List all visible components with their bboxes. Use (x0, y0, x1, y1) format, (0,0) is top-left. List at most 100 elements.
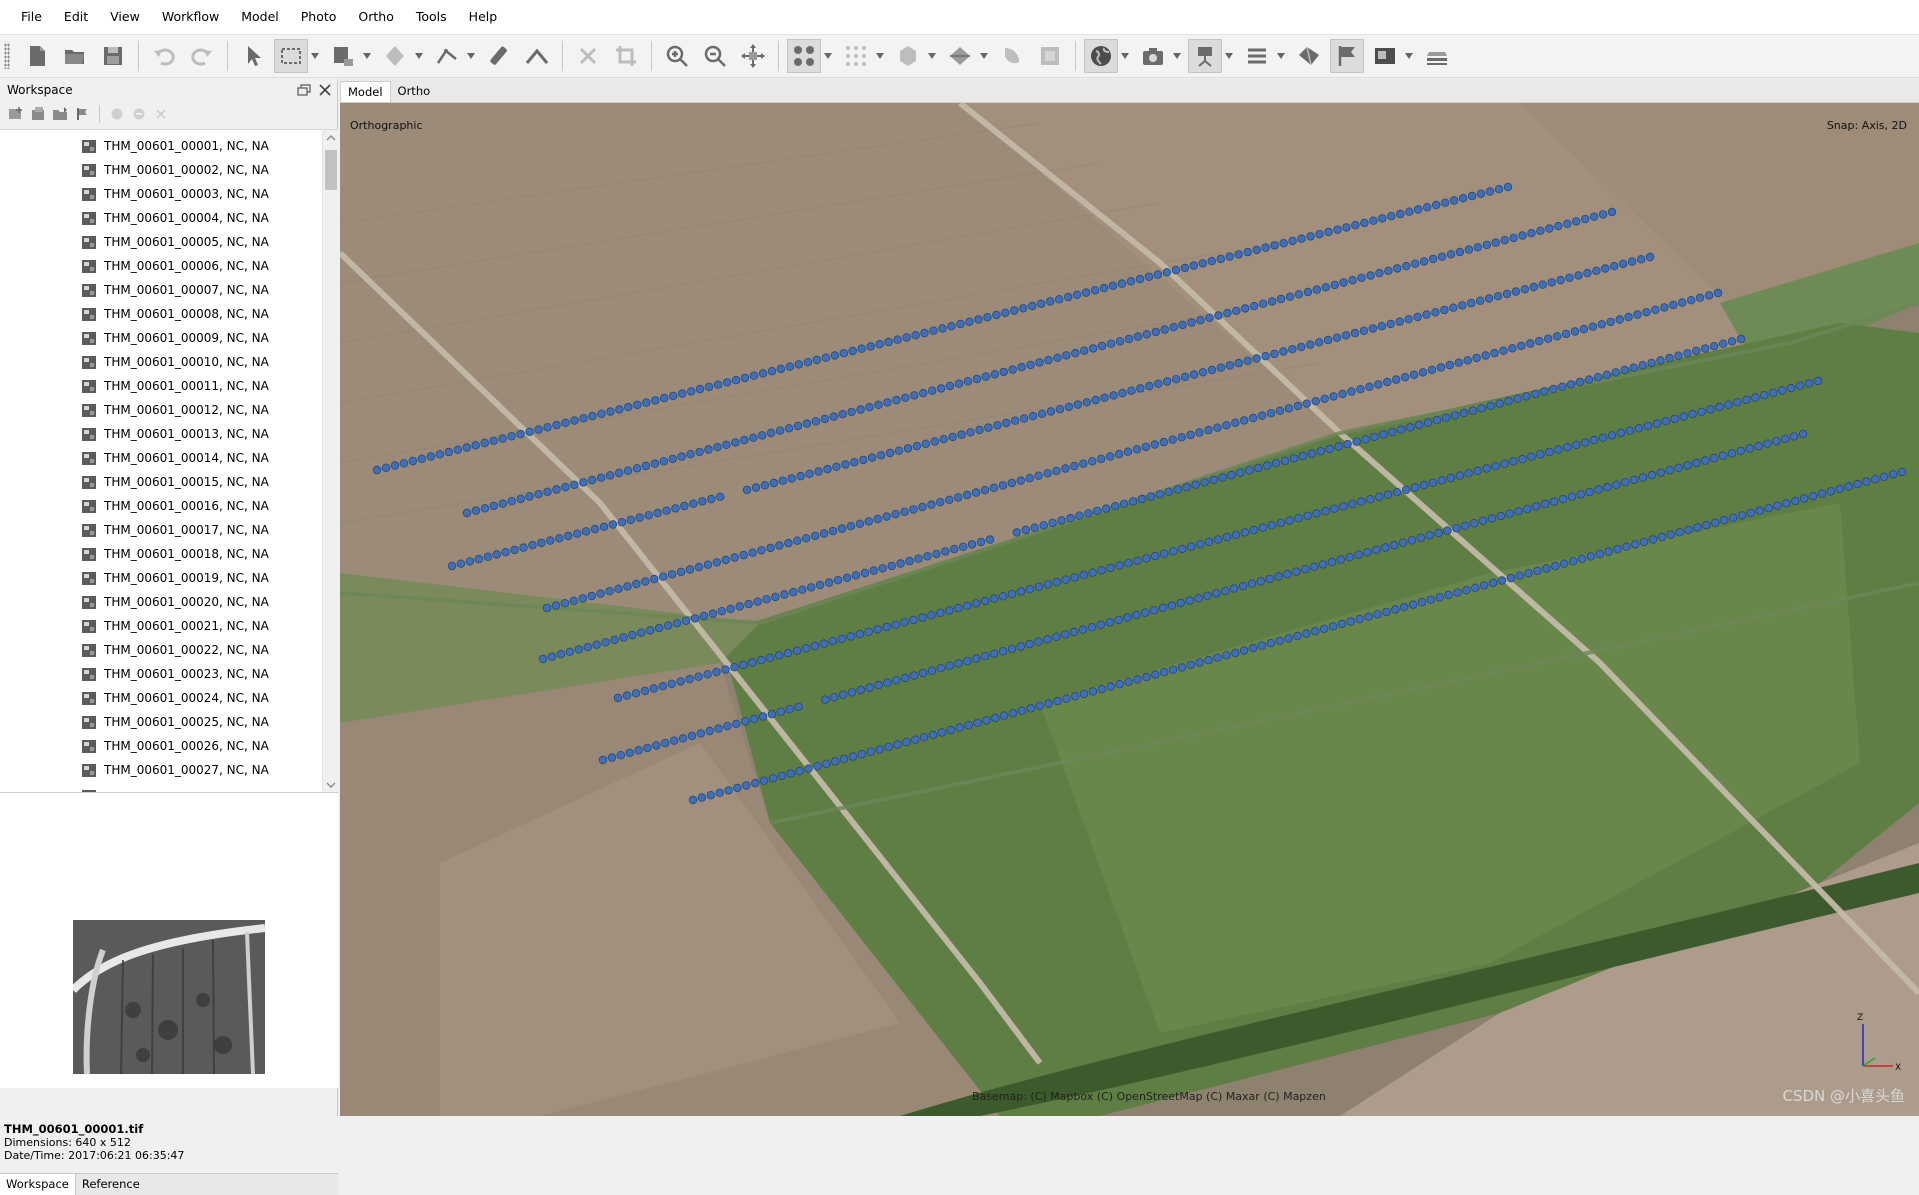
camera-marker[interactable] (1471, 583, 1480, 592)
camera-marker[interactable] (803, 358, 813, 367)
camera-marker[interactable] (796, 471, 805, 481)
camera-marker[interactable] (1368, 324, 1378, 333)
camera-marker[interactable] (794, 702, 803, 712)
camera-marker[interactable] (715, 788, 724, 797)
camera-marker[interactable] (811, 531, 820, 541)
camera-marker[interactable] (1283, 569, 1292, 579)
camera-marker[interactable] (1656, 356, 1665, 365)
camera-marker[interactable] (993, 421, 1002, 430)
chevron-down-icon[interactable] (310, 39, 320, 73)
camera-marker[interactable] (1527, 228, 1536, 238)
camera-marker[interactable] (1780, 434, 1790, 443)
camera-marker[interactable] (856, 685, 865, 695)
camera-marker[interactable] (474, 554, 483, 564)
camera-marker[interactable] (1160, 325, 1169, 334)
camera-marker[interactable] (758, 712, 768, 721)
camera-marker[interactable] (928, 386, 937, 395)
camera-marker[interactable] (1715, 402, 1724, 412)
camera-marker[interactable] (776, 364, 786, 374)
camera-marker[interactable] (1524, 569, 1533, 578)
camera-marker[interactable] (399, 459, 409, 468)
chevron-down-icon[interactable] (823, 39, 833, 73)
camera-marker[interactable] (1309, 562, 1319, 571)
camera-marker[interactable] (847, 407, 856, 417)
camera-marker[interactable] (1575, 377, 1585, 387)
camera-marker[interactable] (1232, 306, 1241, 315)
camera-marker[interactable] (744, 599, 753, 609)
camera-marker[interactable] (1285, 292, 1295, 301)
camera-marker[interactable] (1016, 642, 1025, 651)
camera-icon[interactable] (1136, 39, 1170, 73)
camera-marker[interactable] (1526, 339, 1535, 348)
camera-marker[interactable] (465, 557, 475, 566)
camera-marker[interactable] (640, 686, 650, 696)
photo-list-item[interactable]: THM_00601_00010, NC, NA (82, 350, 269, 374)
camera-marker[interactable] (1163, 377, 1172, 386)
camera-marker[interactable] (1265, 574, 1274, 584)
open-folder-icon[interactable] (58, 39, 92, 73)
camera-marker[interactable] (1380, 543, 1390, 552)
camera-marker[interactable] (1231, 530, 1241, 539)
camera-marker[interactable] (1365, 495, 1375, 504)
camera-marker[interactable] (1529, 282, 1538, 292)
camera-marker[interactable] (1070, 461, 1079, 471)
camera-marker[interactable] (998, 647, 1008, 656)
camera-marker[interactable] (1495, 399, 1504, 408)
menu-tools[interactable]: Tools (405, 0, 458, 34)
camera-marker[interactable] (1292, 567, 1301, 576)
camera-marker[interactable] (1636, 255, 1646, 264)
camera-marker[interactable] (813, 762, 822, 771)
camera-marker[interactable] (712, 558, 721, 567)
camera-marker[interactable] (614, 468, 624, 478)
camera-marker[interactable] (1225, 252, 1234, 261)
camera-marker[interactable] (1377, 321, 1386, 331)
camera-marker[interactable] (891, 510, 900, 519)
camera-marker[interactable] (492, 550, 501, 559)
camera-marker[interactable] (857, 344, 866, 353)
camera-marker[interactable] (1048, 518, 1057, 528)
camera-marker[interactable] (1786, 383, 1796, 393)
camera-marker[interactable] (1467, 191, 1477, 201)
camera-marker[interactable] (927, 611, 936, 620)
camera-marker[interactable] (1284, 634, 1293, 643)
camera-marker[interactable] (1393, 264, 1402, 273)
camera-marker[interactable] (721, 665, 730, 674)
camera-marker[interactable] (1046, 297, 1055, 306)
camera-marker[interactable] (555, 534, 564, 543)
camera-marker[interactable] (1169, 547, 1178, 556)
camera-marker[interactable] (1711, 518, 1720, 527)
camera-marker[interactable] (1119, 499, 1129, 508)
camera-marker[interactable] (1297, 342, 1306, 352)
camera-marker[interactable] (1704, 291, 1714, 300)
camera-marker[interactable] (1446, 473, 1455, 483)
camera-marker[interactable] (667, 570, 677, 579)
camera-marker[interactable] (596, 589, 605, 598)
camera-marker[interactable] (972, 599, 981, 608)
scroll-up-icon[interactable] (326, 133, 336, 143)
camera-marker[interactable] (676, 567, 686, 577)
camera-marker[interactable] (833, 576, 843, 585)
camera-marker[interactable] (1584, 375, 1594, 384)
camera-marker[interactable] (1249, 525, 1258, 535)
camera-marker[interactable] (869, 566, 878, 575)
camera-marker[interactable] (830, 351, 839, 360)
camera-marker[interactable] (1021, 525, 1030, 535)
camera-marker[interactable] (860, 568, 870, 578)
camera-marker[interactable] (1061, 464, 1070, 473)
camera-marker[interactable] (767, 367, 777, 376)
camera-marker[interactable] (757, 546, 766, 555)
camera-marker[interactable] (1247, 579, 1257, 588)
camera-marker[interactable] (1413, 312, 1422, 322)
camera-marker[interactable] (1383, 490, 1393, 499)
camera-marker[interactable] (1257, 411, 1267, 420)
camera-marker[interactable] (1813, 376, 1823, 386)
camera-marker[interactable] (1200, 478, 1209, 487)
camera-marker[interactable] (1252, 354, 1261, 363)
camera-marker[interactable] (1360, 218, 1369, 228)
camera-marker[interactable] (1760, 391, 1769, 400)
camera-marker[interactable] (1203, 591, 1212, 600)
camera-marker[interactable] (793, 421, 803, 431)
camera-marker[interactable] (563, 531, 573, 541)
camera-marker[interactable] (597, 409, 606, 418)
camera-marker[interactable] (498, 499, 507, 508)
